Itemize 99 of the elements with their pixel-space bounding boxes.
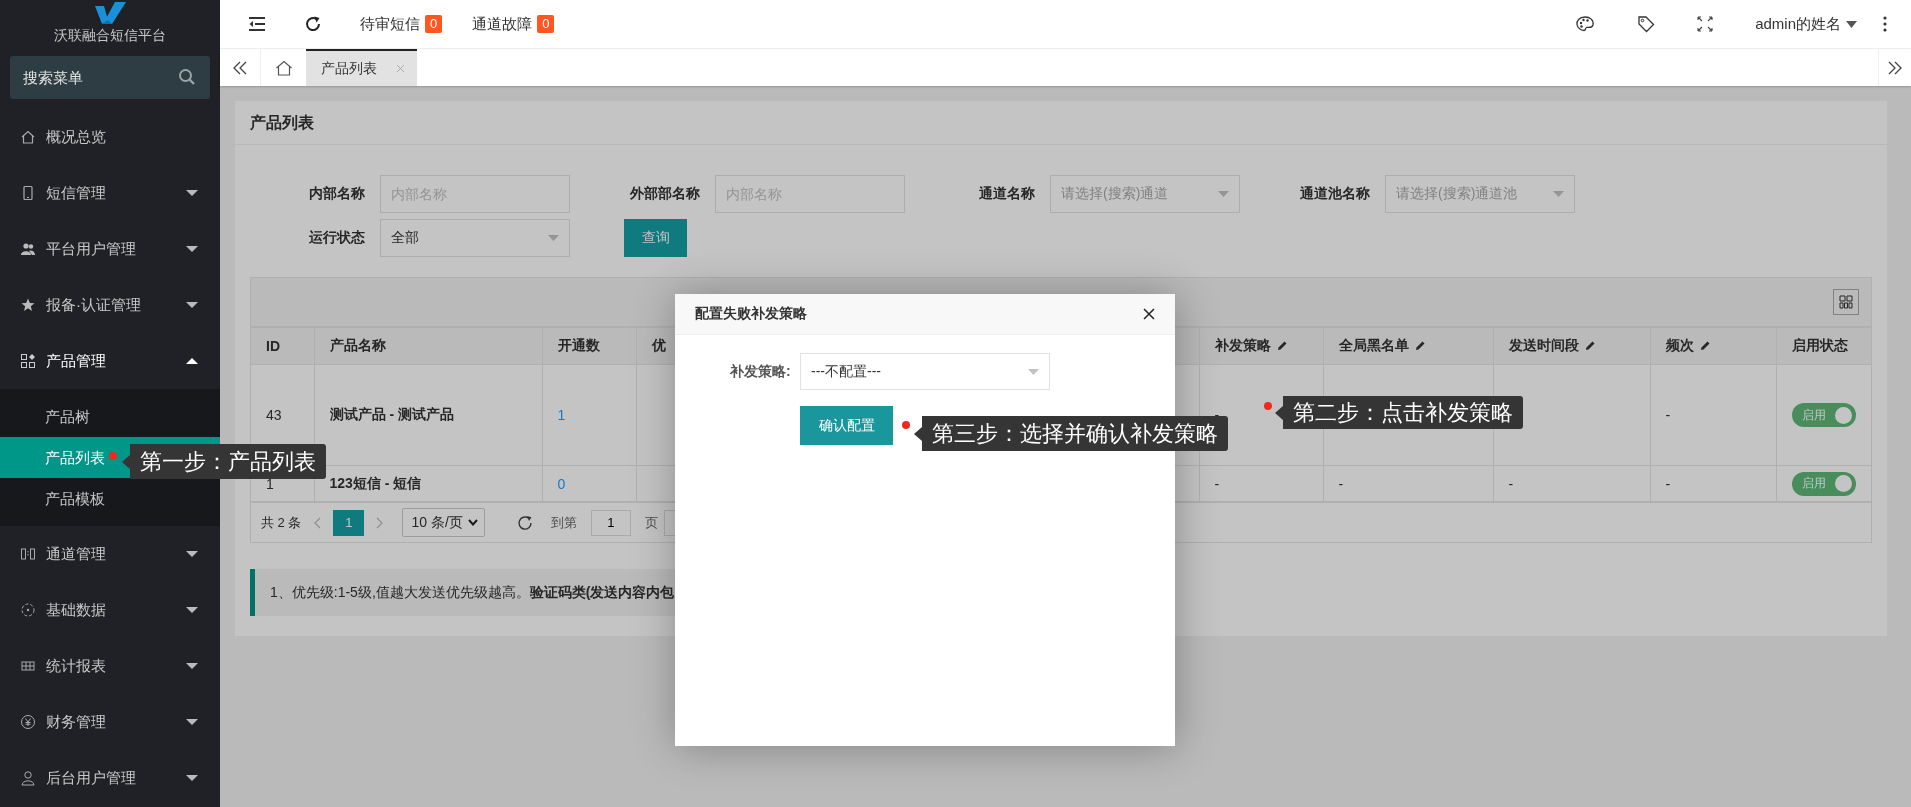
submenu-item[interactable]: 产品模板 xyxy=(0,478,220,519)
column-header: 开通数 xyxy=(557,337,600,353)
logo-icon xyxy=(93,0,127,26)
columns-grid-icon[interactable] xyxy=(1833,289,1859,315)
select-field[interactable]: 全部 xyxy=(380,219,570,257)
menu-item[interactable]: 通道管理 xyxy=(0,526,220,582)
dashed-circle-icon xyxy=(20,602,36,618)
column-header: 发送时间段 xyxy=(1508,337,1579,353)
users-icon xyxy=(20,241,36,257)
caret-icon xyxy=(1553,191,1564,197)
fullscreen-icon[interactable] xyxy=(1697,16,1714,32)
marker-dot xyxy=(902,421,910,429)
field-label: 补发策略: xyxy=(730,362,792,381)
marker-dot xyxy=(1264,402,1272,410)
close-icon[interactable] xyxy=(1143,308,1155,320)
refresh-icon[interactable] xyxy=(304,15,322,33)
table-cell: 测试产品 - 测试产品 xyxy=(329,406,454,422)
caret-icon xyxy=(186,774,198,782)
confirm-button[interactable]: 确认配置 xyxy=(800,406,893,445)
menu-item[interactable]: 产品管理 xyxy=(0,333,220,389)
total-count: 共 2 条 xyxy=(261,513,302,532)
alert-link[interactable]: 待审短信 xyxy=(360,14,420,34)
column-header: 产品名称 xyxy=(329,337,386,353)
house-icon xyxy=(274,59,293,76)
field-label: 运行状态 xyxy=(308,229,366,247)
column-header: 启用状态 xyxy=(1791,337,1848,353)
menu-item[interactable]: 基础数据 xyxy=(0,582,220,638)
page-input[interactable]: 1 xyxy=(590,509,631,536)
apps-icon xyxy=(20,353,36,369)
panel-title: 产品列表 xyxy=(235,101,1887,145)
table-cell: - xyxy=(1508,475,1514,492)
step-tooltip: 第二步：点击补发策略 xyxy=(1275,396,1523,429)
user-icon xyxy=(20,770,36,786)
page-unit-label: 页 xyxy=(644,513,658,532)
menu-item[interactable]: 平台用户管理 xyxy=(0,221,220,277)
table-cell: - xyxy=(1338,475,1344,492)
chevron-down-icon xyxy=(467,519,478,526)
menu-item[interactable]: 概况总览 xyxy=(0,109,220,165)
caret-icon xyxy=(186,550,198,558)
columns-icon xyxy=(20,546,36,562)
table-cell: - xyxy=(1665,475,1671,492)
caret-icon xyxy=(186,301,198,309)
menu-item[interactable]: 短信管理 xyxy=(0,165,220,221)
menu-item[interactable]: 财务管理 xyxy=(0,694,220,750)
menu-item[interactable]: 统计报表 xyxy=(0,638,220,694)
caret-icon xyxy=(186,718,198,726)
caret-icon xyxy=(186,245,198,253)
logo-text: 沃联融合短信平台 xyxy=(54,27,166,44)
more-icon[interactable] xyxy=(1883,16,1887,32)
step-tooltip: 第一步：产品列表 xyxy=(122,444,326,479)
field-label: 通道名称 xyxy=(978,185,1036,203)
page-tab[interactable]: 产品列表 xyxy=(306,49,417,86)
double-chevron-left-icon xyxy=(232,60,248,75)
goto-label: 到第 xyxy=(550,513,577,532)
caret-icon xyxy=(186,357,198,365)
tag-icon[interactable] xyxy=(1637,15,1656,33)
column-header: 优 xyxy=(651,337,666,353)
caret-icon xyxy=(1218,191,1229,197)
count-badge: 0 xyxy=(425,15,443,33)
caret-icon xyxy=(186,189,198,197)
column-header: 全局黑名单 xyxy=(1338,337,1409,353)
page-size-select[interactable]: 10 条/页 xyxy=(402,508,485,537)
dialog-title: 配置失败补发策略 xyxy=(695,305,807,323)
menu-item[interactable]: 后台用户管理 xyxy=(0,750,220,806)
count-badge: 0 xyxy=(537,15,555,33)
caret-icon xyxy=(1846,20,1857,28)
field-label: 外部部名称 xyxy=(629,185,701,203)
table-cell: - xyxy=(1665,407,1671,423)
house-icon xyxy=(20,129,36,145)
caret-icon xyxy=(548,235,559,241)
field-label: 通道池名称 xyxy=(1299,185,1371,203)
alert-link[interactable]: 通道故障 xyxy=(472,14,533,34)
table-cell: 43 xyxy=(266,407,282,423)
submenu-item[interactable]: 产品树 xyxy=(0,396,220,437)
column-header: 补发策略 xyxy=(1214,337,1271,353)
select-field[interactable]: ---不配置--- xyxy=(800,353,1050,390)
yen-icon xyxy=(20,714,36,730)
submenu-item[interactable]: 产品列表 xyxy=(0,437,120,478)
search-field[interactable]: 搜索菜单 xyxy=(10,56,210,99)
user-menu[interactable]: admin的姓名 xyxy=(1755,14,1857,34)
caret-icon xyxy=(1028,368,1039,375)
field-label: 内部名称 xyxy=(308,185,366,203)
caret-icon xyxy=(186,606,198,614)
menu-item[interactable]: 报备·认证管理 xyxy=(0,277,220,333)
refresh-icon[interactable] xyxy=(515,513,534,532)
double-chevron-right-icon xyxy=(1887,60,1903,75)
step-tooltip: 第三步：选择并确认补发策略 xyxy=(914,416,1228,451)
star-icon xyxy=(20,297,36,313)
caret-icon xyxy=(186,662,198,670)
column-header: ID xyxy=(266,338,280,354)
phone-icon xyxy=(20,185,36,201)
table-cell: 123短信 - 短信 xyxy=(329,474,422,491)
palette-icon[interactable] xyxy=(1575,15,1596,33)
table-cell: - xyxy=(1214,475,1220,492)
table-icon xyxy=(20,658,36,674)
search-icon[interactable] xyxy=(178,68,196,86)
column-header: 频次 xyxy=(1665,337,1694,353)
marker-dot xyxy=(109,452,117,460)
menu-fold-icon[interactable] xyxy=(248,16,266,32)
